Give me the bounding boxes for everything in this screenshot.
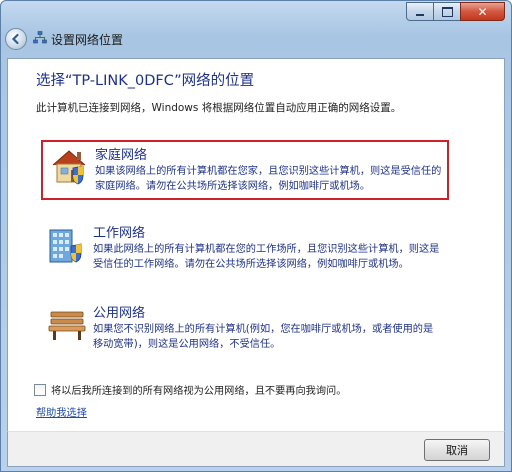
checkbox-label: 将以后我所连接到的所有网络视为公用网络，且不要再向我询问。	[51, 386, 347, 397]
close-button[interactable]: ✕	[460, 2, 505, 21]
help-me-choose-link[interactable]: 帮助我选择	[36, 404, 87, 419]
back-button[interactable]	[5, 28, 27, 50]
page-description: 此计算机已连接到网络，Windows 将根据网络位置自动应用正确的网络设置。	[36, 102, 402, 114]
page-heading: 选择“TP-LINK_0DFC”网络的位置	[36, 73, 255, 89]
option-public-network[interactable]: 公用网络 如果您不识别网络上的所有计算机(例如，您在咖啡厅或机场，或者使用的是移…	[41, 300, 445, 356]
network-location-window: ✕ 设置网络位置 选择“TP-LINK_0DFC”网络的位置 此计算机已连接到网…	[0, 0, 512, 472]
back-arrow-icon	[11, 33, 19, 45]
title-bar: ✕ 设置网络位置	[1, 1, 511, 61]
minimize-icon	[416, 13, 424, 16]
cancel-button[interactable]: 取消	[424, 439, 490, 461]
content-panel: 选择“TP-LINK_0DFC”网络的位置 此计算机已连接到网络，Windows…	[7, 58, 505, 432]
office-building-icon	[49, 229, 82, 263]
minimize-button[interactable]	[406, 2, 434, 21]
option-home-network[interactable]: 家庭网络 如果该网络上的所有计算机都在您家，且您识别这些计算机，则这是受信任的家…	[41, 140, 449, 200]
maximize-icon	[441, 6, 453, 17]
footer-bar: 取消	[7, 431, 505, 467]
maximize-button[interactable]	[433, 2, 461, 21]
network-icon	[33, 31, 47, 44]
option-title: 家庭网络	[95, 148, 148, 163]
option-title: 公用网络	[93, 306, 146, 321]
window-title: 设置网络位置	[51, 33, 124, 47]
close-icon: ✕	[477, 4, 488, 19]
option-description: 如果此网络上的所有计算机都在您的工作场所，且您识别这些计算机，则这是受信任的工作…	[93, 244, 440, 270]
option-description: 如果您不识别网络上的所有计算机(例如，您在咖啡厅或机场，或者使用的是移动宽带)，…	[93, 324, 434, 350]
option-title: 工作网络	[93, 226, 146, 241]
option-description: 如果该网络上的所有计算机都在您家，且您识别这些计算机，则这是受信任的家庭网络。请…	[95, 166, 442, 192]
treat-all-public-checkbox-row[interactable]: 将以后我所连接到的所有网络视为公用网络，且不要再向我询问。	[34, 382, 346, 397]
home-icon	[52, 150, 86, 185]
option-work-network[interactable]: 工作网络 如果此网络上的所有计算机都在您的工作场所，且您识别这些计算机，则这是受…	[41, 220, 445, 276]
park-bench-icon	[48, 311, 86, 340]
treat-all-public-checkbox[interactable]	[34, 383, 46, 396]
caption-buttons: ✕	[406, 2, 505, 21]
